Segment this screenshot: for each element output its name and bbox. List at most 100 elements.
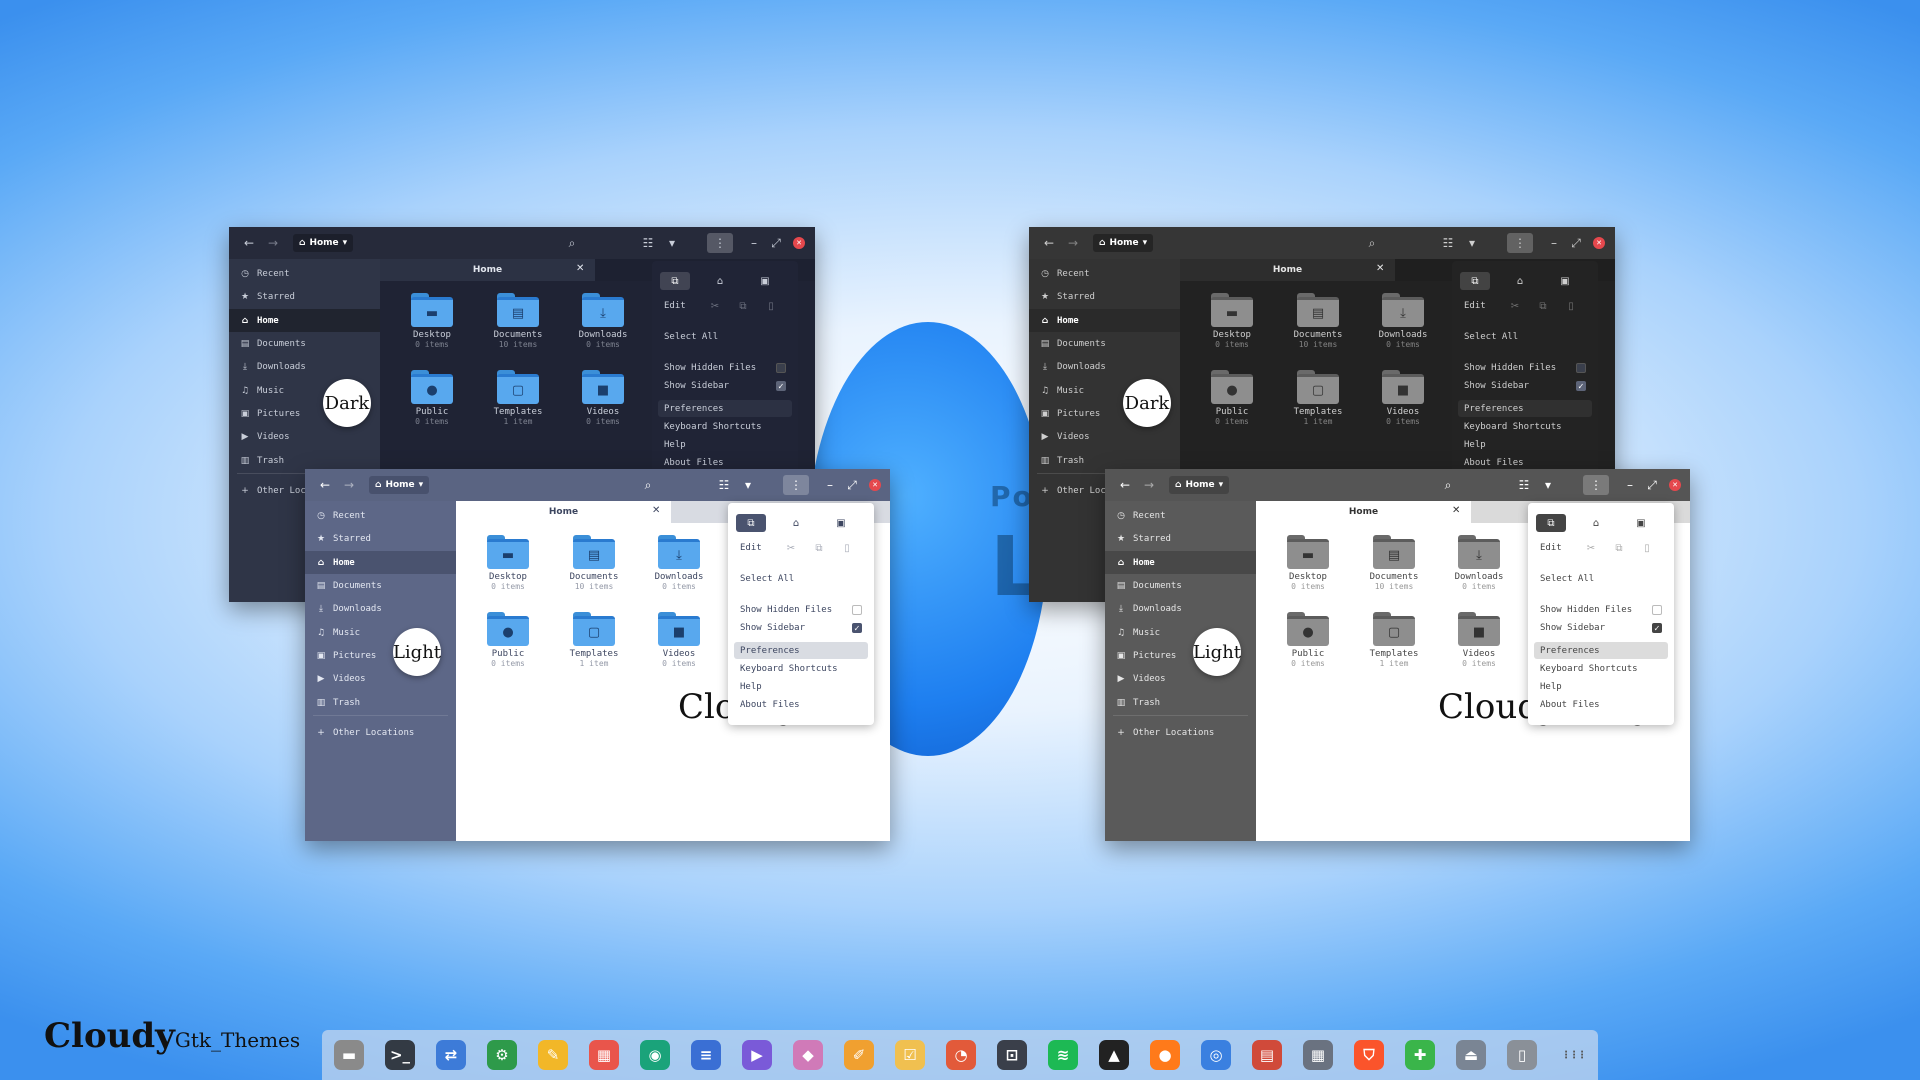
new-window-icon[interactable]: ⧉ (736, 514, 766, 532)
maximize-icon[interactable]: ⤢ (767, 234, 785, 252)
copy-icon[interactable]: ⧉ (1612, 541, 1626, 555)
new-tab-icon[interactable]: ⌂ (705, 272, 735, 290)
menu-about-files[interactable]: About Files (740, 700, 800, 710)
menu-about-files[interactable]: About Files (664, 458, 724, 468)
sidebar-item-documents[interactable]: ▤ Documents (1029, 332, 1180, 355)
color-picker-app-icon[interactable]: ✐ (844, 1040, 874, 1070)
main-menu-icon[interactable]: ⋮ (1507, 233, 1533, 253)
file-item-downloads[interactable]: ⤓ Downloads 0 items (639, 535, 719, 591)
installer-app-icon[interactable]: ⏏ (1456, 1040, 1486, 1070)
main-menu-icon[interactable]: ⋮ (707, 233, 733, 253)
menu-help[interactable]: Help (1464, 440, 1486, 450)
file-item-templates[interactable]: ▢ Templates 1 item (478, 370, 558, 426)
sidebar-item-trash[interactable]: ▥ Trash (305, 691, 456, 714)
file-item-templates[interactable]: ▢ Templates 1 item (554, 612, 634, 668)
show-sidebar-checkbox[interactable]: ✓ (1652, 623, 1662, 633)
menu-keyboard-shortcuts[interactable]: Keyboard Shortcuts (1540, 664, 1638, 674)
flatpak-app-icon[interactable]: ◆ (793, 1040, 823, 1070)
sidebar-item-starred[interactable]: ★ Starred (305, 527, 456, 550)
menu-about-files[interactable]: About Files (1464, 458, 1524, 468)
file-item-public[interactable]: ● Public 0 items (1192, 370, 1272, 426)
file-item-desktop[interactable]: ▬ Desktop 0 items (1268, 535, 1348, 591)
menu-show-hidden-files[interactable]: Show Hidden Files (740, 605, 832, 615)
file-item-desktop[interactable]: ▬ Desktop 0 items (392, 293, 472, 349)
show-hidden-checkbox[interactable] (852, 605, 862, 615)
firefox-app-icon[interactable]: ● (1150, 1040, 1180, 1070)
path-bar-home[interactable]: ⌂ Home ▾ (369, 476, 430, 494)
app-grid-icon[interactable]: ⋮⋮⋮ (1558, 1040, 1588, 1070)
file-item-public[interactable]: ● Public 0 items (1268, 612, 1348, 668)
tasks-app-icon[interactable]: ☑ (895, 1040, 925, 1070)
file-item-public[interactable]: ● Public 0 items (468, 612, 548, 668)
back-arrow-icon[interactable]: ← (317, 477, 333, 493)
close-icon[interactable]: ✕ (1669, 479, 1681, 491)
cut-icon[interactable]: ✂ (1508, 299, 1522, 313)
maximize-icon[interactable]: ⤢ (843, 476, 861, 494)
back-arrow-icon[interactable]: ← (241, 235, 257, 251)
sidebar-item-videos[interactable]: ▶ Videos (1029, 425, 1180, 448)
file-item-documents[interactable]: ▤ Documents 10 items (1278, 293, 1358, 349)
notes-app-icon[interactable]: ✎ (538, 1040, 568, 1070)
menu-show-sidebar[interactable]: Show Sidebar (1540, 623, 1605, 633)
view-options-chevron-icon[interactable]: ▾ (663, 234, 681, 252)
minimize-icon[interactable]: – (745, 234, 763, 252)
chrome-app-icon[interactable]: ◎ (1201, 1040, 1231, 1070)
tab-close-icon[interactable]: ✕ (1376, 263, 1384, 274)
tab-home[interactable]: Home ✕ (380, 259, 595, 281)
menu-preferences[interactable]: Preferences (740, 646, 800, 656)
menu-keyboard-shortcuts[interactable]: Keyboard Shortcuts (740, 664, 838, 674)
menu-select-all[interactable]: Select All (740, 574, 794, 584)
color-app-icon[interactable]: ◔ (946, 1040, 976, 1070)
path-bar-home[interactable]: ⌂ Home ▾ (1169, 476, 1230, 494)
maximize-icon[interactable]: ⤢ (1567, 234, 1585, 252)
path-bar-home[interactable]: ⌂ Home ▾ (293, 234, 354, 252)
forward-arrow-icon[interactable]: → (341, 477, 357, 493)
view-options-chevron-icon[interactable]: ▾ (739, 476, 757, 494)
main-menu-icon[interactable]: ⋮ (1583, 475, 1609, 495)
show-hidden-checkbox[interactable] (1652, 605, 1662, 615)
copy-icon[interactable]: ⧉ (812, 541, 826, 555)
paste-icon[interactable]: ▯ (840, 541, 854, 555)
sidebar-item-documents[interactable]: ▤ Documents (1105, 574, 1256, 597)
play-app-icon[interactable]: ▶ (742, 1040, 772, 1070)
camera-app-icon[interactable]: ◉ (640, 1040, 670, 1070)
sidebar-item-downloads[interactable]: ⤓ Downloads (305, 597, 456, 620)
maximize-icon[interactable]: ⤢ (1643, 476, 1661, 494)
sidebar-item-home[interactable]: ⌂ Home (1029, 309, 1180, 332)
minimize-icon[interactable]: – (1621, 476, 1639, 494)
file-item-documents[interactable]: ▤ Documents 10 items (1354, 535, 1434, 591)
forward-arrow-icon[interactable]: → (1141, 477, 1157, 493)
show-sidebar-checkbox[interactable]: ✓ (776, 381, 786, 391)
menu-keyboard-shortcuts[interactable]: Keyboard Shortcuts (1464, 422, 1562, 432)
sidebar-item-trash[interactable]: ▥ Trash (1105, 691, 1256, 714)
sidebar-item-downloads[interactable]: ⤓ Downloads (1029, 355, 1180, 378)
news-app-icon[interactable]: ▤ (1252, 1040, 1282, 1070)
file-item-templates[interactable]: ▢ Templates 1 item (1354, 612, 1434, 668)
file-item-downloads[interactable]: ⤓ Downloads 0 items (563, 293, 643, 349)
tab-close-icon[interactable]: ✕ (1452, 505, 1460, 516)
sidebar-item-recent[interactable]: ◷ Recent (229, 262, 380, 285)
sidebar-item-recent[interactable]: ◷ Recent (1105, 504, 1256, 527)
new-tab-icon[interactable]: ⌂ (1581, 514, 1611, 532)
sidebar-item-documents[interactable]: ▤ Documents (305, 574, 456, 597)
sidebar-item-documents[interactable]: ▤ Documents (229, 332, 380, 355)
new-folder-icon[interactable]: ▣ (1550, 272, 1580, 290)
sidebar-item-videos[interactable]: ▶ Videos (1105, 667, 1256, 690)
sidebar-item-recent[interactable]: ◷ Recent (1029, 262, 1180, 285)
menu-select-all[interactable]: Select All (1540, 574, 1594, 584)
sidebar-item-downloads[interactable]: ⤓ Downloads (229, 355, 380, 378)
menu-show-sidebar[interactable]: Show Sidebar (1464, 381, 1529, 391)
search-icon[interactable]: ⌕ (1439, 476, 1457, 494)
new-window-icon[interactable]: ⧉ (1536, 514, 1566, 532)
new-folder-icon[interactable]: ▣ (750, 272, 780, 290)
back-arrow-icon[interactable]: ← (1041, 235, 1057, 251)
menu-show-hidden-files[interactable]: Show Hidden Files (1540, 605, 1632, 615)
menu-show-sidebar[interactable]: Show Sidebar (740, 623, 805, 633)
close-icon[interactable]: ✕ (793, 237, 805, 249)
tab-close-icon[interactable]: ✕ (652, 505, 660, 516)
view-list-icon[interactable]: ☷ (1515, 476, 1533, 494)
close-icon[interactable]: ✕ (1593, 237, 1605, 249)
file-item-videos[interactable]: ■ Videos 0 items (639, 612, 719, 668)
spotify-app-icon[interactable]: ≋ (1048, 1040, 1078, 1070)
view-list-icon[interactable]: ☷ (715, 476, 733, 494)
